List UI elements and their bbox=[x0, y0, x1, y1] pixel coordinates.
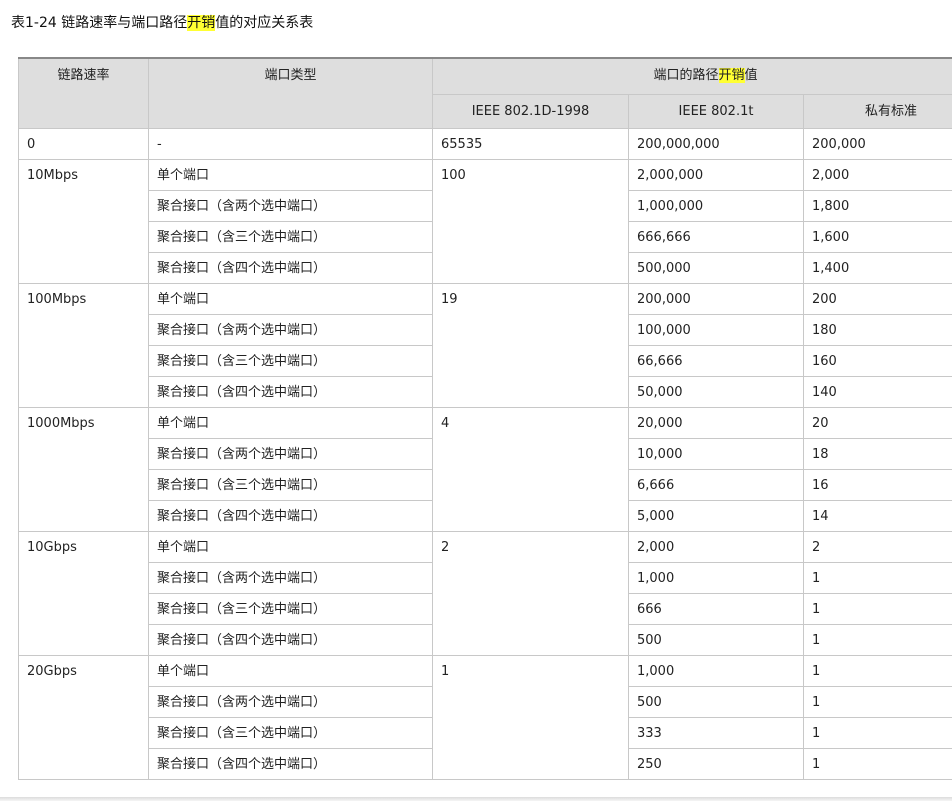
cell-private: 1 bbox=[802, 747, 952, 780]
cell-private: 1,600 bbox=[802, 220, 952, 253]
cell-ieee-1t: 50,000 bbox=[628, 375, 804, 408]
header-row-1: 链路速率 端口类型 端口的路径开销值 bbox=[18, 57, 952, 129]
cell-ieee-1t: 20,000 bbox=[628, 406, 804, 439]
header-ieee-1998: IEEE 802.1D-1998 bbox=[432, 93, 629, 129]
cell-private: 1 bbox=[802, 716, 952, 749]
cell-type: 单个端口 bbox=[148, 530, 433, 563]
cell-private: 200 bbox=[802, 282, 952, 315]
cell-ieee-1998: 65535 bbox=[432, 127, 629, 160]
header-path-cost-suffix: 值 bbox=[744, 68, 758, 83]
cell-ieee-1998: 4 bbox=[432, 406, 629, 532]
caption-prefix: 表1-24 链路速率与端口路径 bbox=[11, 15, 188, 31]
cell-private: 1 bbox=[802, 623, 952, 656]
cell-ieee-1t: 5,000 bbox=[628, 499, 804, 532]
cell-ieee-1t: 2,000 bbox=[628, 530, 804, 563]
cell-private: 20 bbox=[802, 406, 952, 439]
cell-ieee-1t: 10,000 bbox=[628, 437, 804, 470]
path-cost-table: 链路速率 端口类型 端口的路径开销值 IEEE 802.1D-1998 IEEE… bbox=[18, 57, 952, 780]
cell-type: 单个端口 bbox=[148, 406, 433, 439]
cell-type: 聚合接口（含两个选中端口） bbox=[148, 313, 433, 346]
cell-ieee-1t: 500,000 bbox=[628, 251, 804, 284]
cell-type: 聚合接口（含三个选中端口） bbox=[148, 220, 433, 253]
cell-type: 聚合接口（含四个选中端口） bbox=[148, 251, 433, 284]
cell-ieee-1t: 1,000 bbox=[628, 561, 804, 594]
cell-ieee-1t: 6,666 bbox=[628, 468, 804, 501]
cell-private: 1 bbox=[802, 654, 952, 687]
cell-rate: 0 bbox=[18, 127, 149, 160]
cell-ieee-1t: 666,666 bbox=[628, 220, 804, 253]
cell-rate: 20Gbps bbox=[18, 654, 149, 780]
table-body: 0 - 65535 200,000,000 200,000 10Mbps 单个端… bbox=[18, 127, 952, 780]
cell-private: 200,000 bbox=[802, 127, 952, 160]
cell-private: 14 bbox=[802, 499, 952, 532]
cell-type: 聚合接口（含四个选中端口） bbox=[148, 499, 433, 532]
cell-private: 180 bbox=[802, 313, 952, 346]
cell-ieee-1t: 500 bbox=[628, 685, 804, 718]
cell-type: 单个端口 bbox=[148, 282, 433, 315]
cell-ieee-1t: 2,000,000 bbox=[628, 158, 804, 191]
page-bottom-edge bbox=[0, 797, 952, 801]
caption-highlight: 开销 bbox=[187, 15, 216, 31]
cell-ieee-1t: 200,000,000 bbox=[628, 127, 804, 160]
cell-ieee-1t: 666 bbox=[628, 592, 804, 625]
cell-private: 18 bbox=[802, 437, 952, 470]
table-row: 1000Mbps 单个端口 4 20,000 20 bbox=[18, 406, 952, 532]
cell-ieee-1t: 200,000 bbox=[628, 282, 804, 315]
cell-rate: 100Mbps bbox=[18, 282, 149, 408]
cell-type: 聚合接口（含四个选中端口） bbox=[148, 623, 433, 656]
cell-type: 聚合接口（含三个选中端口） bbox=[148, 468, 433, 501]
cell-private: 2,000 bbox=[802, 158, 952, 191]
cell-ieee-1t: 1,000,000 bbox=[628, 189, 804, 222]
cell-type: - bbox=[148, 127, 433, 160]
cell-ieee-1998: 2 bbox=[432, 530, 629, 656]
cell-type: 单个端口 bbox=[148, 654, 433, 687]
header-ieee-1t: IEEE 802.1t bbox=[628, 93, 804, 129]
cell-ieee-1t: 66,666 bbox=[628, 344, 804, 377]
cell-rate: 10Mbps bbox=[18, 158, 149, 284]
cell-rate: 1000Mbps bbox=[18, 406, 149, 532]
cell-private: 2 bbox=[802, 530, 952, 563]
cell-private: 1,800 bbox=[802, 189, 952, 222]
cell-type: 单个端口 bbox=[148, 158, 433, 191]
cell-ieee-1t: 333 bbox=[628, 716, 804, 749]
header-path-cost-prefix: 端口的路径 bbox=[653, 68, 719, 83]
cell-type: 聚合接口（含四个选中端口） bbox=[148, 375, 433, 408]
cell-ieee-1t: 250 bbox=[628, 747, 804, 780]
cell-type: 聚合接口（含两个选中端口） bbox=[148, 685, 433, 718]
caption-suffix: 值的对应关系表 bbox=[215, 15, 314, 31]
cell-rate: 10Gbps bbox=[18, 530, 149, 656]
cell-ieee-1998: 19 bbox=[432, 282, 629, 408]
table-row: 100Mbps 单个端口 19 200,000 200 bbox=[18, 282, 952, 408]
table-row: 20Gbps 单个端口 1 1,000 1 bbox=[18, 654, 952, 780]
cell-private: 16 bbox=[802, 468, 952, 501]
cell-type: 聚合接口（含三个选中端口） bbox=[148, 716, 433, 749]
cell-private: 1 bbox=[802, 561, 952, 594]
header-port-type: 端口类型 bbox=[148, 57, 433, 129]
cell-private: 140 bbox=[802, 375, 952, 408]
cell-ieee-1t: 1,000 bbox=[628, 654, 804, 687]
cell-private: 1 bbox=[802, 685, 952, 718]
cell-ieee-1t: 500 bbox=[628, 623, 804, 656]
header-path-cost-highlight: 开销 bbox=[718, 68, 745, 83]
cell-type: 聚合接口（含三个选中端口） bbox=[148, 592, 433, 625]
cell-type: 聚合接口（含两个选中端口） bbox=[148, 437, 433, 470]
table-row: 10Gbps 单个端口 2 2,000 2 bbox=[18, 530, 952, 656]
cell-type: 聚合接口（含四个选中端口） bbox=[148, 747, 433, 780]
cell-type: 聚合接口（含三个选中端口） bbox=[148, 344, 433, 377]
cell-private: 160 bbox=[802, 344, 952, 377]
cell-ieee-1998: 100 bbox=[432, 158, 629, 284]
cell-private: 1,400 bbox=[802, 251, 952, 284]
table-row: 0 - 65535 200,000,000 200,000 bbox=[18, 127, 952, 160]
cell-ieee-1t: 100,000 bbox=[628, 313, 804, 346]
cell-type: 聚合接口（含两个选中端口） bbox=[148, 561, 433, 594]
header-path-cost: 端口的路径开销值 bbox=[431, 57, 952, 95]
cell-ieee-1998: 1 bbox=[432, 654, 629, 780]
header-link-rate: 链路速率 bbox=[18, 57, 149, 129]
cell-type: 聚合接口（含两个选中端口） bbox=[148, 189, 433, 222]
table-row: 10Mbps 单个端口 100 2,000,000 2,000 bbox=[18, 158, 952, 284]
header-private: 私有标准 bbox=[802, 93, 952, 129]
cell-private: 1 bbox=[802, 592, 952, 625]
table-caption: 表1-24 链路速率与端口路径开销值的对应关系表 bbox=[11, 14, 313, 32]
